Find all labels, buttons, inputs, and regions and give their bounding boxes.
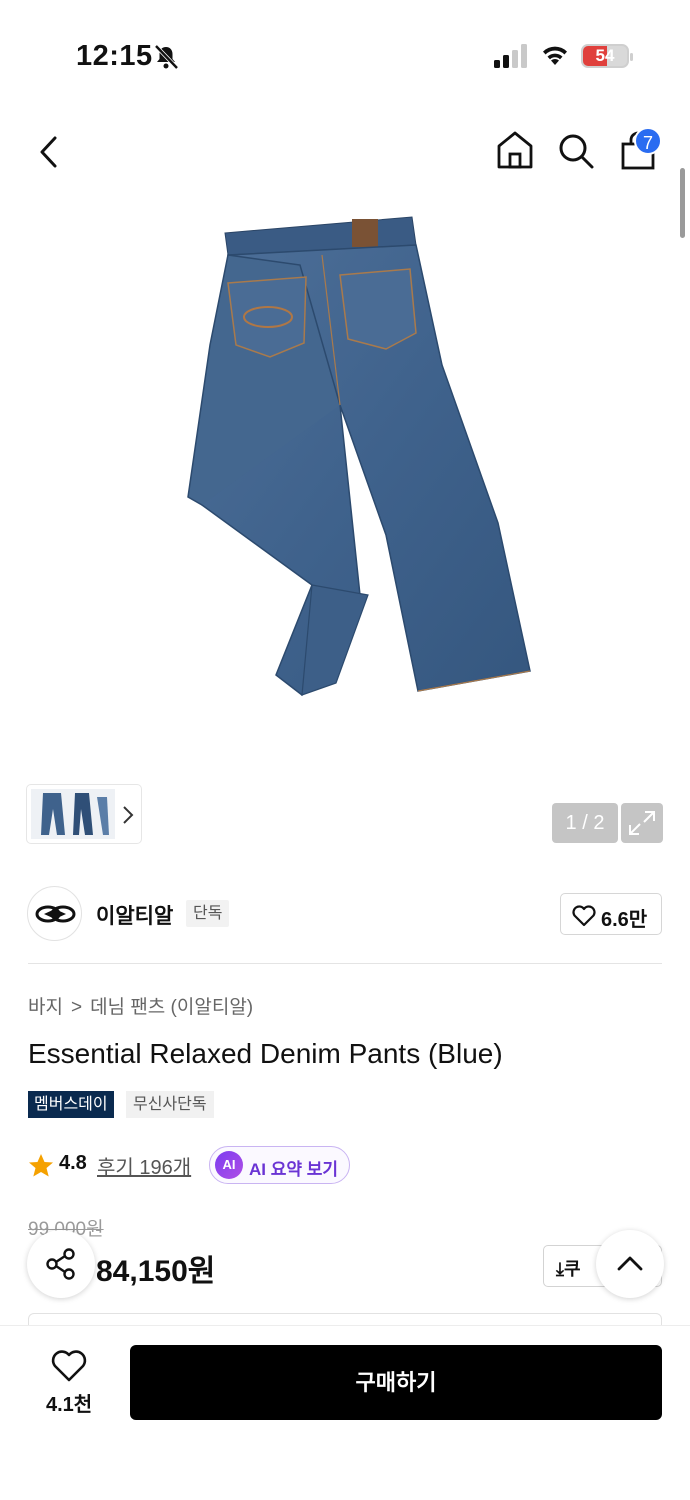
thumbnail-image[interactable]	[31, 789, 115, 839]
breadcrumb-subcategory[interactable]: 데님 팬츠 (이알티알)	[90, 997, 253, 1018]
product-image	[187, 216, 531, 697]
share-icon	[46, 1248, 75, 1280]
cellular-signal-icon	[494, 44, 527, 68]
star-icon	[29, 1154, 53, 1177]
rating-score: 4.8	[59, 1152, 87, 1174]
brand-name[interactable]: 이알티알	[96, 900, 173, 930]
brand-exclusive-tag: 단독	[186, 900, 230, 927]
ai-icon: AI	[215, 1151, 243, 1179]
buy-button[interactable]: 구매하기	[130, 1345, 662, 1420]
breadcrumb-category[interactable]: 바지	[28, 997, 63, 1018]
ai-summary-label: AI 요약 보기	[249, 1160, 339, 1179]
search-icon[interactable]	[556, 131, 596, 171]
bell-slash-icon	[154, 44, 179, 70]
battery-level: 54	[595, 46, 615, 65]
chevron-right-icon[interactable]	[120, 803, 136, 827]
divider	[28, 963, 662, 964]
expand-button[interactable]	[621, 803, 663, 843]
sale-price: 84,150원	[96, 1255, 216, 1288]
expand-icon	[629, 811, 655, 835]
heart-icon[interactable]	[50, 1349, 88, 1383]
scrollbar[interactable]	[680, 168, 685, 238]
product-like-count: 4.1천	[46, 1394, 93, 1416]
product-title: Essential Relaxed Denim Pants (Blue)	[28, 1038, 503, 1069]
wifi-icon	[543, 46, 567, 65]
breadcrumb-separator: >	[70, 997, 83, 1018]
ai-summary-button[interactable]: AI AI 요약 보기	[209, 1146, 350, 1184]
review-count-link[interactable]: 후기 196개	[97, 1151, 191, 1180]
cart-count-badge: 7	[634, 127, 662, 155]
coupon-label: ⤓쿠	[556, 1259, 581, 1279]
musinsa-exclusive-badge: 무신사단독	[126, 1091, 214, 1118]
scroll-top-button[interactable]	[596, 1230, 664, 1298]
brand-logo-mark	[35, 905, 76, 923]
image-counter: 1 / 2	[552, 803, 618, 843]
home-icon[interactable]	[494, 129, 536, 171]
back-chevron-icon[interactable]	[30, 130, 70, 174]
battery-indicator: 54	[581, 44, 633, 68]
brand-like-count: 6.6만	[601, 909, 648, 931]
status-time: 12:15	[76, 40, 153, 72]
heart-icon	[572, 905, 596, 927]
share-button[interactable]	[27, 1230, 95, 1298]
brand-like-button[interactable]: 6.6만	[560, 893, 662, 935]
status-bar: 12:15 54	[0, 0, 690, 110]
membersday-badge: 멤버스데이	[28, 1091, 114, 1118]
breadcrumb[interactable]: 바지 > 데님 팬츠 (이알티알)	[28, 992, 261, 1019]
chevron-up-icon	[617, 1256, 643, 1271]
brand-logo[interactable]	[27, 886, 82, 941]
